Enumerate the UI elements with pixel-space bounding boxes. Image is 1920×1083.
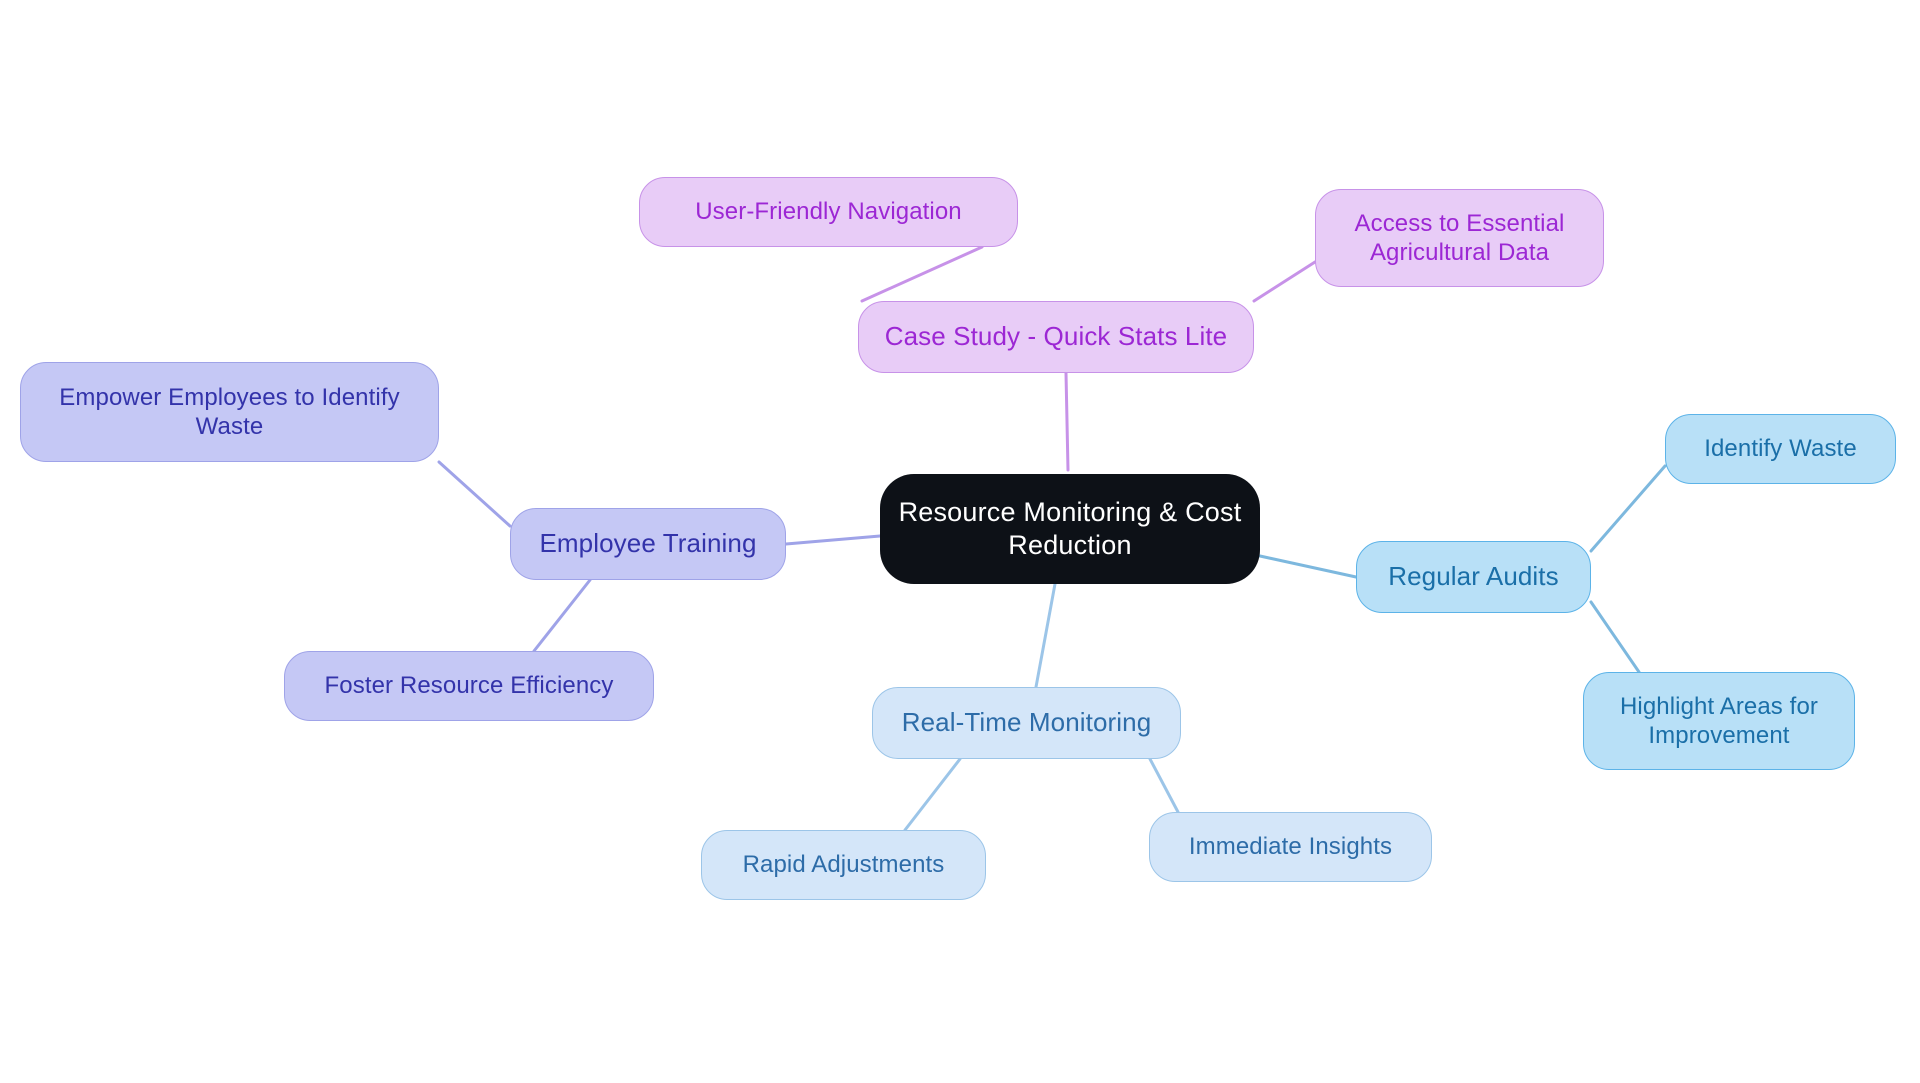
node-empower-employees-to-identify-waste[interactable]: Empower Employees to Identify Waste	[20, 362, 439, 462]
edge-case-study-to-user-friendly-navigation	[860, 245, 984, 303]
node-highlight-areas-for-improvement[interactable]: Highlight Areas for Improvement	[1583, 672, 1855, 770]
node-foster-resource-efficiency[interactable]: Foster Resource Efficiency	[284, 651, 654, 721]
node-real-time-monitoring[interactable]: Real-Time Monitoring	[872, 687, 1181, 759]
node-root-resource-monitoring-cost-reduction[interactable]: Resource Monitoring & Cost Reduction	[880, 474, 1260, 584]
node-identify-waste[interactable]: Identify Waste	[1665, 414, 1896, 484]
edge-employee-training-to-empower-employees	[437, 460, 512, 528]
edge-real-time-monitoring-to-immediate-insights	[1148, 757, 1180, 814]
node-rapid-adjustments[interactable]: Rapid Adjustments	[701, 830, 986, 900]
node-case-study-quick-stats-lite[interactable]: Case Study - Quick Stats Lite	[858, 301, 1254, 373]
node-user-friendly-navigation[interactable]: User-Friendly Navigation	[639, 177, 1018, 247]
edge-case-study-to-access-essential-data	[1252, 260, 1317, 303]
edge-regular-audits-to-identify-waste	[1589, 464, 1667, 553]
edge-root-to-employee-training	[784, 534, 882, 546]
edge-employee-training-to-foster-resource-efficiency	[532, 578, 592, 653]
node-employee-training[interactable]: Employee Training	[510, 508, 786, 580]
node-regular-audits[interactable]: Regular Audits	[1356, 541, 1591, 613]
mindmap-canvas: Resource Monitoring & Cost Reduction Case…	[0, 0, 1920, 1083]
edge-regular-audits-to-highlight-areas	[1589, 600, 1641, 674]
edge-root-to-real-time-monitoring	[1034, 582, 1057, 689]
edge-root-to-case-study	[1064, 371, 1070, 472]
node-immediate-insights[interactable]: Immediate Insights	[1149, 812, 1432, 882]
edge-real-time-monitoring-to-rapid-adjustments	[903, 757, 962, 832]
node-access-to-essential-agricultural-data[interactable]: Access to Essential Agricultural Data	[1315, 189, 1604, 287]
edge-root-to-regular-audits	[1258, 554, 1358, 579]
